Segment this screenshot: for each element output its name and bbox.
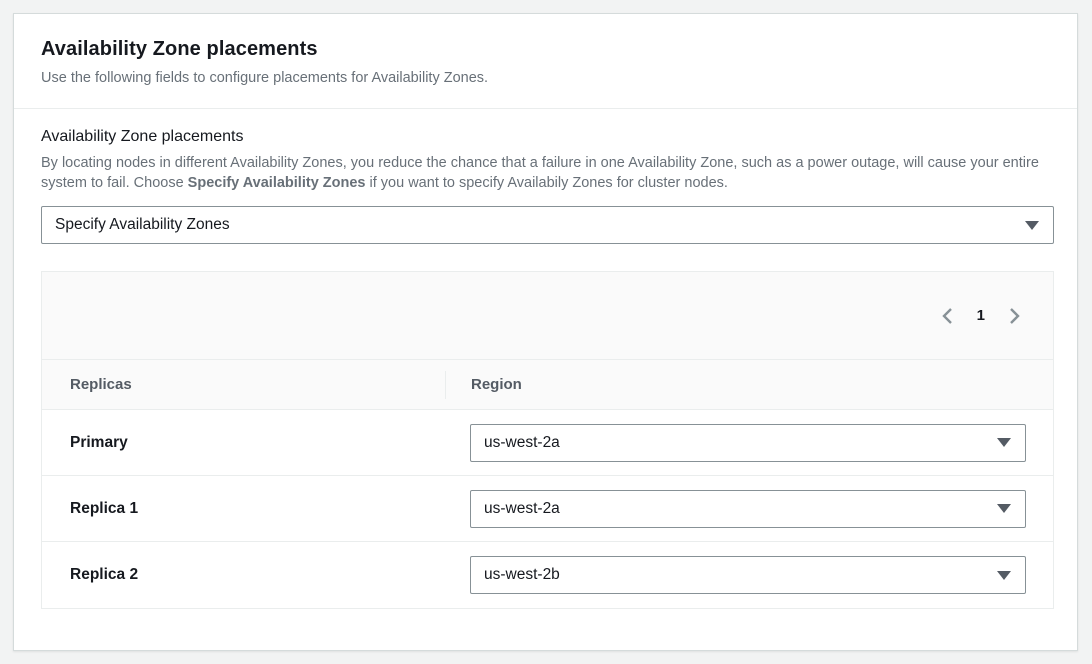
table-header-row: Replicas Region	[42, 360, 1053, 410]
caret-down-icon	[1025, 221, 1039, 230]
region-cell: us-west-2a	[446, 490, 1053, 528]
region-select-replica-2[interactable]: us-west-2b	[470, 556, 1026, 594]
availability-zone-placements-card: Availability Zone placements Use the fol…	[13, 13, 1078, 651]
table-row-replica-1: Replica 1 us-west-2a	[42, 476, 1053, 542]
caret-down-icon	[997, 571, 1011, 580]
region-select-value: us-west-2a	[484, 500, 560, 518]
column-header-replicas: Replicas	[42, 376, 445, 393]
replica-label: Replica 1	[42, 500, 446, 518]
description-text-after: if you want to specify Availabily Zones …	[366, 175, 728, 191]
az-mode-select[interactable]: Specify Availability Zones	[41, 206, 1054, 244]
table-row-replica-2: Replica 2 us-west-2b	[42, 542, 1053, 608]
region-select-replica-1[interactable]: us-west-2a	[470, 490, 1026, 528]
az-mode-select-value: Specify Availability Zones	[55, 216, 230, 234]
chevron-right-icon	[1009, 307, 1021, 325]
chevron-left-icon	[941, 307, 953, 325]
column-header-region: Region	[446, 376, 1053, 393]
replica-label: Primary	[42, 434, 446, 452]
region-cell: us-west-2b	[446, 556, 1053, 594]
region-select-primary[interactable]: us-west-2a	[470, 424, 1026, 462]
current-page-number[interactable]: 1	[973, 307, 989, 324]
replicas-table-panel: 1 Replicas Region Primary us-west-2a	[41, 271, 1054, 609]
page-subtitle: Use the following fields to configure pl…	[41, 70, 1050, 86]
table-toolbar: 1	[42, 272, 1053, 360]
card-header: Availability Zone placements Use the fol…	[14, 14, 1077, 108]
region-select-value: us-west-2b	[484, 566, 560, 584]
az-placements-field-label: Availability Zone placements	[41, 128, 1050, 146]
region-select-value: us-west-2a	[484, 434, 560, 452]
region-cell: us-west-2a	[446, 424, 1053, 462]
previous-page-button[interactable]	[935, 304, 959, 328]
card-body: Availability Zone placements By locating…	[14, 109, 1077, 609]
description-bold-text: Specify Availability Zones	[188, 175, 366, 191]
next-page-button[interactable]	[1003, 304, 1027, 328]
az-placements-description: By locating nodes in different Availabil…	[41, 153, 1050, 193]
caret-down-icon	[997, 438, 1011, 447]
page-title: Availability Zone placements	[41, 38, 1050, 61]
pagination: 1	[935, 304, 1027, 328]
caret-down-icon	[997, 504, 1011, 513]
table-row-primary: Primary us-west-2a	[42, 410, 1053, 476]
replica-label: Replica 2	[42, 566, 446, 584]
